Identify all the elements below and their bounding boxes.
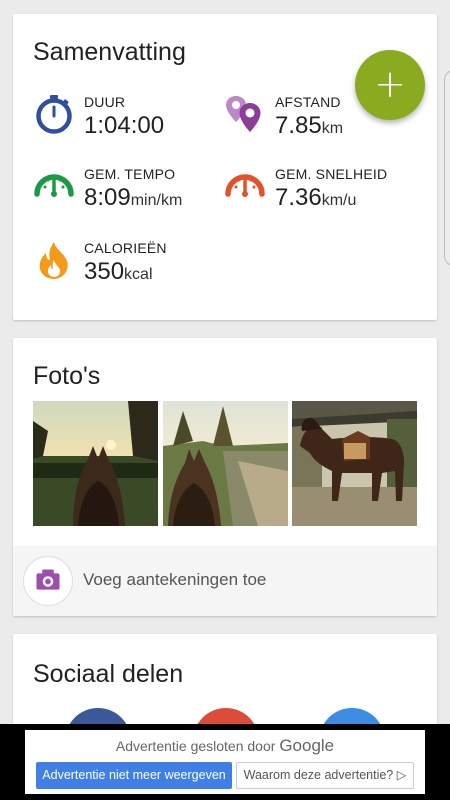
pace-value: 8:09min/km: [84, 184, 183, 211]
stat-duration: DUUR 1:04:00: [34, 94, 214, 144]
stat-speed: GEM. SNELHEID 7.36km/u: [225, 166, 425, 216]
google-logo: Google: [279, 736, 335, 755]
speed-value: 7.36km/u: [275, 184, 357, 211]
calories-label: CALORIEËN: [84, 240, 167, 256]
speed-gauge-icon: [225, 166, 265, 206]
edge-panel-handle[interactable]: [444, 70, 450, 266]
speed-label: GEM. SNELHEID: [275, 166, 388, 182]
distance-value: 7.85km: [275, 112, 344, 139]
duration-label: DUUR: [84, 94, 126, 110]
stopwatch-icon: [34, 94, 74, 134]
camera-button[interactable]: [23, 556, 73, 606]
add-notes-label: Voeg aantekeningen toe: [83, 570, 267, 589]
camera-icon: [36, 569, 60, 590]
ad-banner: Advertentie gesloten door Google Adverte…: [0, 724, 450, 800]
flame-icon: [34, 240, 74, 280]
stat-pace: GEM. TEMPO 8:09min/km: [34, 166, 224, 216]
ad-closed-text: Advertentie gesloten door Google: [115, 736, 335, 755]
speedometer-icon: [34, 166, 74, 206]
calories-value: 350kcal: [84, 258, 153, 285]
hide-ad-button[interactable]: Advertentie niet meer weergeven: [36, 762, 232, 789]
location-pins-icon: [225, 94, 265, 134]
summary-title: Samenvatting: [33, 38, 186, 66]
photos-card: Foto's Voeg aantekeningen toe: [13, 338, 437, 616]
add-notes-row[interactable]: Voeg aantekeningen toe: [13, 546, 437, 616]
photo-thumbnail-2[interactable]: [163, 401, 288, 526]
distance-label: AFSTAND: [275, 94, 341, 110]
photos-title: Foto's: [33, 362, 101, 390]
why-this-ad-button[interactable]: Waarom deze advertentie? ▷: [236, 762, 414, 789]
ad-closed-panel: Advertentie gesloten door Google Adverte…: [25, 730, 425, 794]
add-button[interactable]: +: [355, 50, 425, 120]
social-title: Sociaal delen: [33, 660, 184, 688]
photo-thumbnail-3[interactable]: [292, 401, 417, 526]
photo-thumbnail-1[interactable]: [33, 401, 158, 526]
duration-value: 1:04:00: [84, 112, 165, 139]
pace-label: GEM. TEMPO: [84, 166, 176, 182]
stat-calories: CALORIEËN 350kcal: [34, 240, 214, 290]
